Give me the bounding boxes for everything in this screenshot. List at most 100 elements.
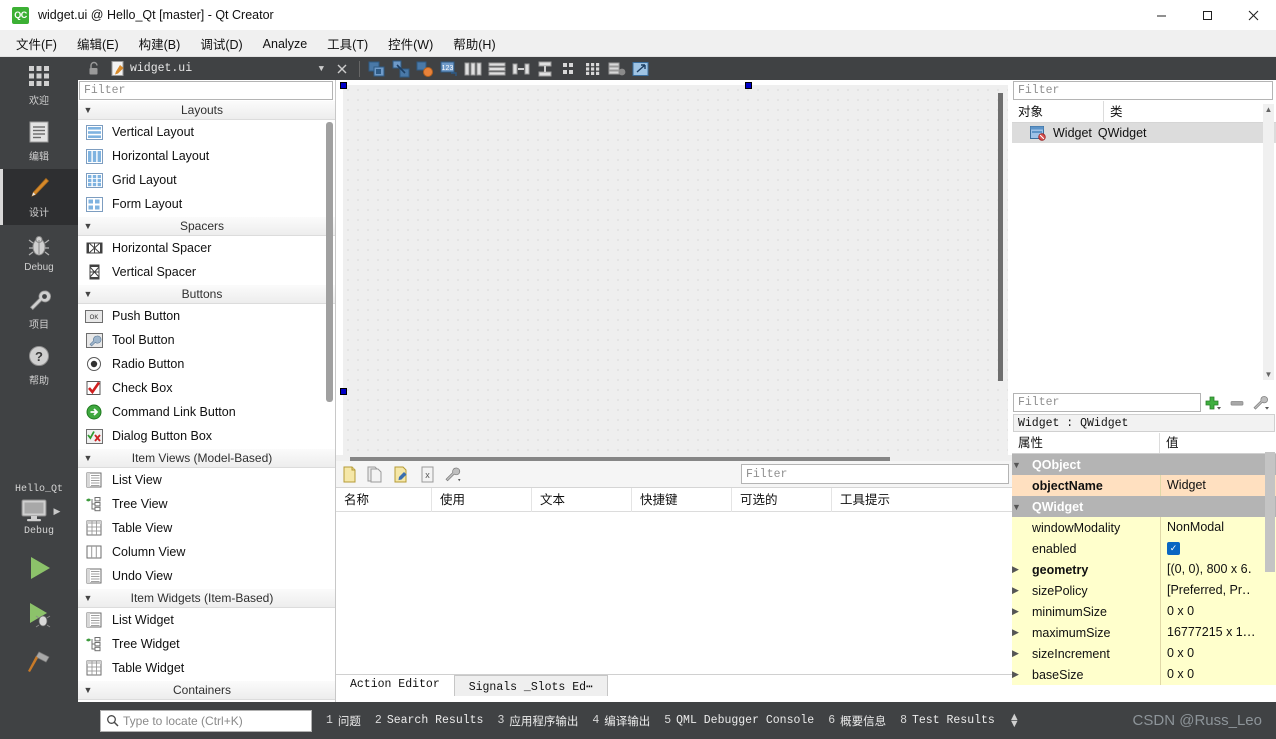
property-editor-scrollbar[interactable]	[1265, 452, 1275, 572]
delete-document-icon[interactable]: x	[414, 463, 440, 485]
action-col-name[interactable]: 名称	[336, 487, 432, 512]
widget-category-containers[interactable]: ▼ Containers	[78, 680, 335, 700]
property-row-maximumsize[interactable]: ▶ maximumSize 16777215 x 1․․․	[1012, 622, 1276, 643]
adjust-size-icon[interactable]	[631, 59, 651, 79]
open-file-combo[interactable]: widget.ui ▼	[130, 59, 330, 79]
output-pane-issues[interactable]: 1 问题	[326, 713, 361, 729]
close-x-icon[interactable]	[332, 59, 352, 79]
menu-analyze[interactable]: Analyze	[254, 34, 316, 54]
chevron-right-icon[interactable]: ▶	[1012, 585, 1026, 596]
widget-item-undo-view[interactable]: Undo View	[78, 564, 335, 588]
property-col-value[interactable]: 值	[1160, 433, 1276, 453]
chevron-right-icon[interactable]: ▶	[1012, 564, 1026, 575]
object-inspector-scrollbar[interactable]: ▲ ▼	[1263, 104, 1274, 380]
copy-document-icon[interactable]	[362, 463, 388, 485]
property-row-sizepolicy-value[interactable]: [Preferred, Pr․․	[1160, 580, 1276, 601]
property-row-minimumsize-value[interactable]: 0 x 0	[1160, 601, 1276, 622]
form-editor-area[interactable]	[336, 80, 1012, 461]
property-editor-filter-input[interactable]: Filter	[1013, 393, 1201, 412]
widget-item-command-link-button[interactable]: Command Link Button	[78, 400, 335, 424]
output-pane-updown-icon[interactable]: ▲ ▼	[1009, 711, 1020, 729]
form-canvas[interactable]	[340, 82, 1008, 455]
widget-item-horizontal-layout[interactable]: Horizontal Layout	[78, 144, 335, 168]
property-row-windowmodality[interactable]: windowModality NonModal	[1012, 517, 1276, 538]
minus-gray-icon[interactable]	[1225, 393, 1249, 413]
enabled-checkbox[interactable]: ✓	[1167, 542, 1180, 555]
chevron-right-icon[interactable]: ▶	[1012, 648, 1026, 659]
action-editor-rows[interactable]	[336, 512, 1012, 674]
widget-item-table-view[interactable]: Table View	[78, 516, 335, 540]
property-row-geometry-value[interactable]: [(0, 0), 800 x 6․	[1160, 559, 1276, 580]
mode-debug[interactable]: Debug	[0, 225, 78, 281]
layout-grid-icon[interactable]	[583, 59, 603, 79]
tab-action-editor[interactable]: Action Editor	[336, 675, 454, 696]
mode-design[interactable]: 设计	[0, 169, 78, 225]
mode-help[interactable]: ? 帮助	[0, 337, 78, 393]
scroll-down-arrow-icon[interactable]: ▼	[1263, 369, 1274, 380]
widget-category-buttons[interactable]: ▼ Buttons	[78, 284, 335, 304]
widget-item-column-view[interactable]: Column View	[78, 540, 335, 564]
layout-vertical-icon[interactable]	[487, 59, 507, 79]
tab-order-icon[interactable]: 123	[439, 59, 459, 79]
widget-box-scrollbar[interactable]	[326, 122, 333, 402]
widget-category-layouts[interactable]: ▼ Layouts	[78, 100, 335, 120]
action-col-shortcut[interactable]: 快捷键	[632, 487, 732, 512]
widget-item-horizontal-spacer[interactable]: Horizontal Spacer	[78, 236, 335, 260]
menu-tools[interactable]: 工具(T)	[318, 31, 377, 56]
action-col-tooltip[interactable]: 工具提示	[832, 488, 982, 512]
menu-file[interactable]: 文件(F)	[7, 31, 66, 56]
menu-build[interactable]: 构建(B)	[130, 31, 190, 56]
property-row-objectname[interactable]: objectName Widget	[1012, 475, 1276, 496]
widget-item-tree-widget[interactable]: Tree Widget	[78, 632, 335, 656]
layout-form-icon[interactable]	[559, 59, 579, 79]
action-editor-filter-input[interactable]: Filter	[741, 464, 1009, 484]
output-pane-compile-output[interactable]: 4 编译输出	[592, 713, 650, 729]
output-pane-application-output[interactable]: 3 应用程序输出	[497, 713, 578, 729]
close-button[interactable]	[1230, 0, 1276, 31]
property-row-sizepolicy[interactable]: ▶ sizePolicy [Preferred, Pr․․	[1012, 580, 1276, 601]
object-col-class[interactable]: 类	[1104, 101, 1254, 123]
property-col-name[interactable]: 属性	[1012, 433, 1160, 453]
property-row-objectname-value[interactable]: Widget	[1160, 475, 1276, 496]
property-row-enabled-value[interactable]: ✓	[1160, 538, 1276, 559]
widget-category-item-views[interactable]: ▼ Item Views (Model-Based)	[78, 448, 335, 468]
layout-horizontal-icon[interactable]	[463, 59, 483, 79]
mode-projects[interactable]: 项目	[0, 281, 78, 337]
widget-item-push-button[interactable]: OK Push Button	[78, 304, 335, 328]
widget-item-grid-layout[interactable]: Grid Layout	[78, 168, 335, 192]
property-row-minimumsize[interactable]: ▶ minimumSize 0 x 0	[1012, 601, 1276, 622]
widget-item-radio-button[interactable]: Radio Button	[78, 352, 335, 376]
widget-category-item-widgets[interactable]: ▼ Item Widgets (Item-Based)	[78, 588, 335, 608]
scroll-up-arrow-icon[interactable]: ▲	[1263, 104, 1274, 115]
run-button[interactable]	[22, 553, 56, 588]
widget-item-table-widget[interactable]: Table Widget	[78, 656, 335, 680]
minimize-button[interactable]	[1138, 0, 1184, 31]
widget-item-tool-button[interactable]: Tool Button	[78, 328, 335, 352]
splitter-vertical-icon[interactable]	[535, 59, 555, 79]
widget-item-vertical-layout[interactable]: Vertical Layout	[78, 120, 335, 144]
widget-item-check-box[interactable]: Check Box	[78, 376, 335, 400]
tab-signals-slots-editor[interactable]: Signals _Slots Ed⋯	[453, 675, 608, 696]
action-col-used[interactable]: 使用	[432, 487, 532, 512]
property-row-basesize[interactable]: ▶ baseSize 0 x 0	[1012, 664, 1276, 685]
wrench-icon[interactable]	[440, 463, 466, 485]
menu-help[interactable]: 帮助(H)	[444, 31, 504, 56]
mode-welcome[interactable]: 欢迎	[0, 57, 78, 113]
widget-box-list[interactable]: ▼ Layouts Vertical Layout Horizontal Lay…	[78, 100, 335, 700]
object-inspector-filter-input[interactable]: Filter	[1013, 81, 1273, 100]
menu-debug[interactable]: 调试(D)	[191, 31, 251, 56]
widget-item-tree-view[interactable]: Tree View	[78, 492, 335, 516]
widget-category-spacers[interactable]: ▼ Spacers	[78, 216, 335, 236]
property-row-basesize-value[interactable]: 0 x 0	[1160, 664, 1276, 685]
widget-item-vertical-spacer[interactable]: Vertical Spacer	[78, 260, 335, 284]
buddies-icon[interactable]	[415, 59, 435, 79]
property-row-geometry[interactable]: ▶ geometry [(0, 0), 800 x 6․	[1012, 559, 1276, 580]
menu-widgets[interactable]: 控件(W)	[379, 31, 442, 56]
widget-item-form-layout[interactable]: Form Layout	[78, 192, 335, 216]
edit-widgets-icon[interactable]	[367, 59, 387, 79]
menu-edit[interactable]: 编辑(E)	[68, 31, 128, 56]
splitter-horizontal-icon[interactable]	[511, 59, 531, 79]
selection-handle-top-left[interactable]	[340, 82, 347, 89]
debug-button[interactable]	[22, 600, 56, 635]
build-button[interactable]	[22, 647, 56, 682]
